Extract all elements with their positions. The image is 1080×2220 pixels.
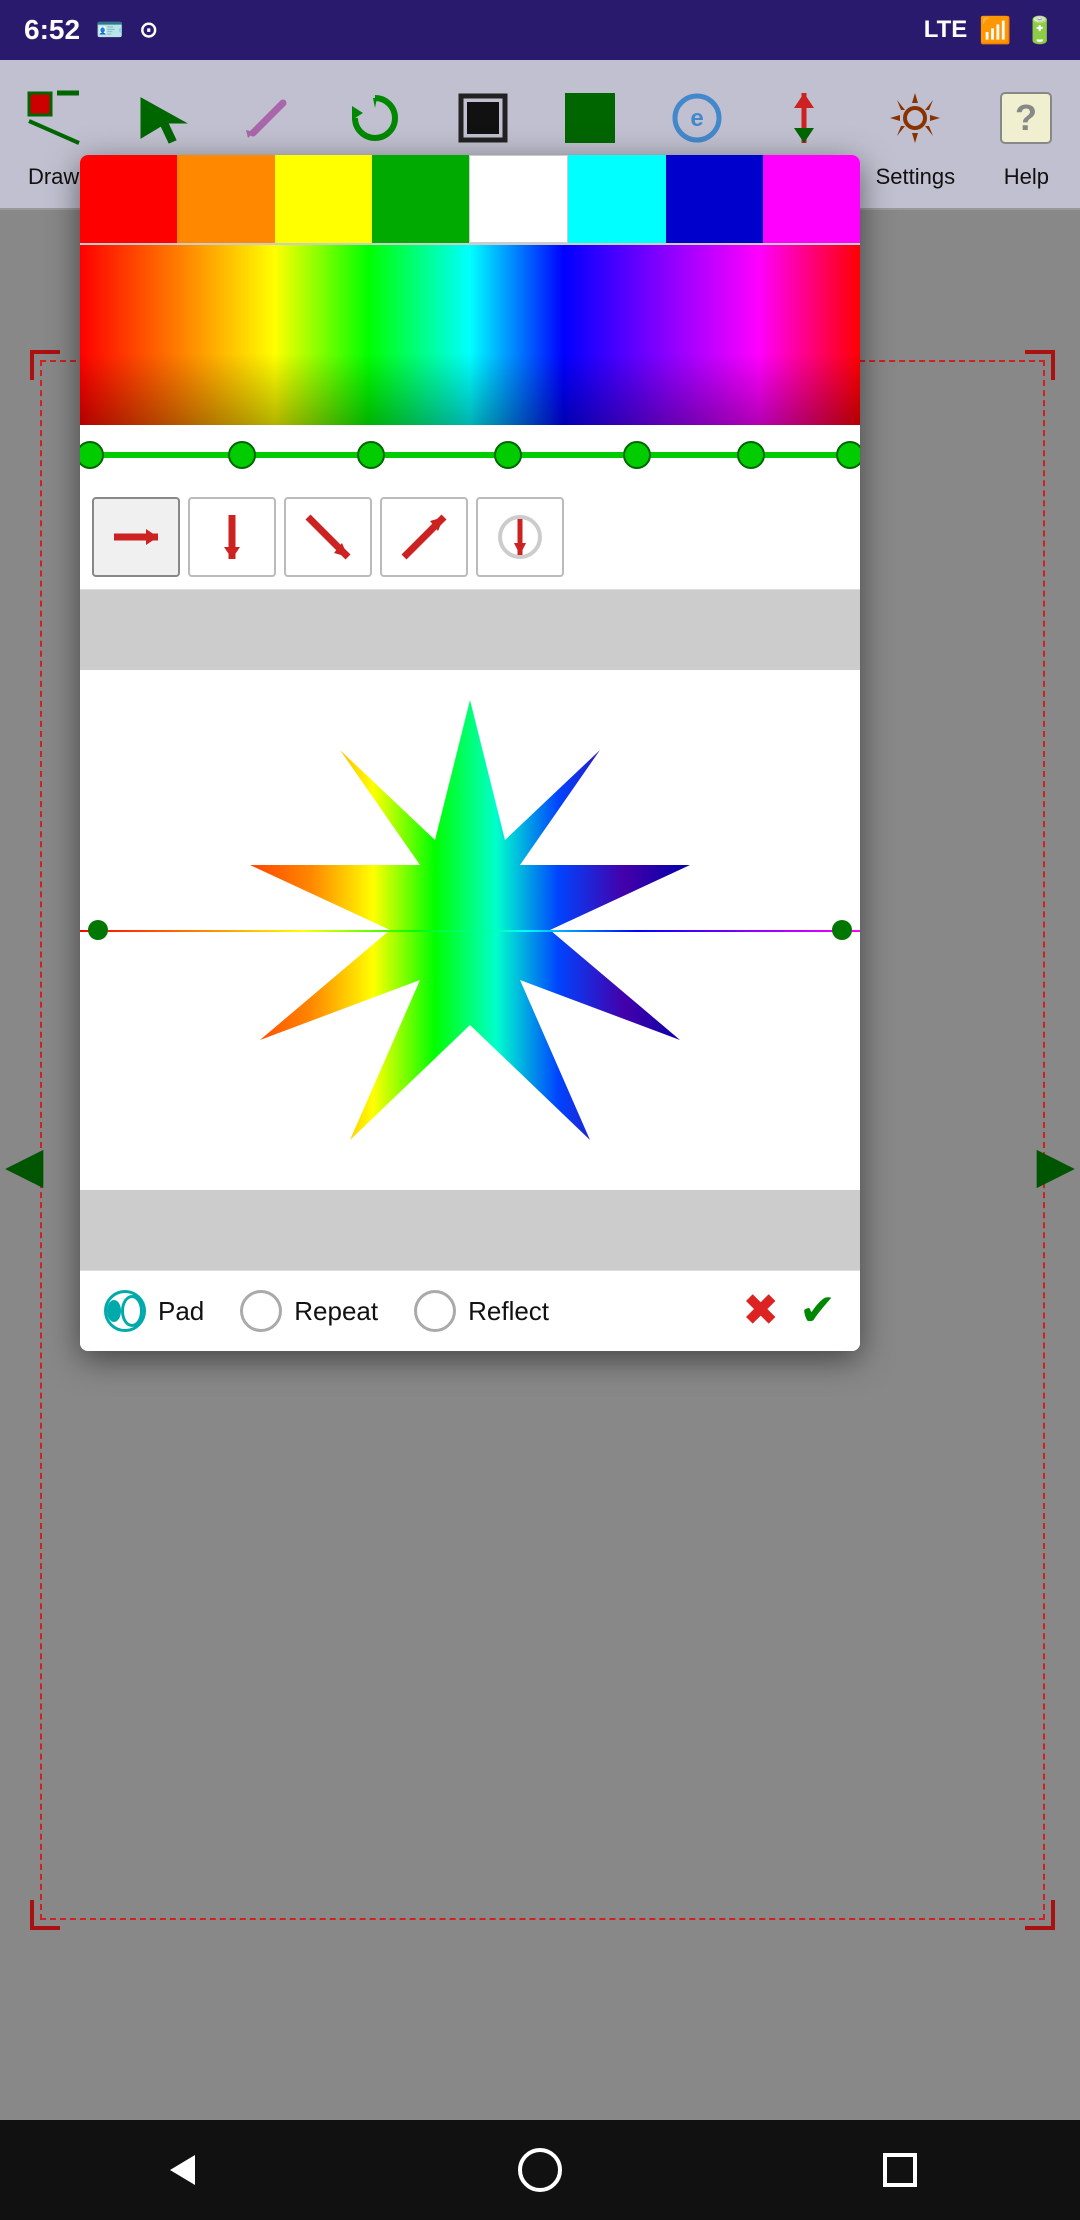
swatch-green[interactable] (372, 155, 469, 243)
svg-text:e: e (690, 105, 703, 132)
confirm-button[interactable]: ✔ (799, 1289, 836, 1333)
stop-3[interactable] (494, 441, 522, 469)
help-icon: ? (990, 78, 1062, 158)
gradient-modal: Pad Repeat Reflect ✖ ✔ (80, 155, 860, 1351)
spectrum-inner (80, 245, 860, 425)
bottom-controls: Pad Repeat Reflect ✖ ✔ (80, 1270, 860, 1351)
radio-reflect[interactable]: Reflect (414, 1290, 549, 1332)
nav-recents-button[interactable] (860, 2130, 940, 2210)
nav-back-button[interactable] (140, 2130, 220, 2210)
effect-icon: e (661, 78, 733, 158)
toolbar-help[interactable]: ? Help (978, 70, 1074, 198)
stop-1[interactable] (228, 441, 256, 469)
radio-pad-circle (104, 1290, 146, 1332)
handle-top-right (1025, 350, 1055, 380)
nav-bar (0, 2120, 1080, 2220)
radio-reflect-circle (414, 1290, 456, 1332)
help-label: Help (1004, 164, 1049, 190)
settings-icon (879, 78, 951, 158)
settings-label: Settings (876, 164, 956, 190)
edit-icon (232, 78, 304, 158)
handle-arrow-left: ◀ (5, 1140, 43, 1190)
status-right: LTE 📶 🔋 (924, 15, 1056, 46)
spread-radio-group: Pad Repeat Reflect (104, 1290, 710, 1332)
stroke-icon (447, 78, 519, 158)
swatch-red[interactable] (80, 155, 177, 243)
battery-icon: 🔋 (1024, 15, 1056, 46)
status-left: 6:52 🪪 ⊙ (24, 14, 158, 46)
preview-white-box (80, 670, 860, 1190)
gradient-dot-right[interactable] (832, 920, 852, 940)
gradient-line (90, 452, 850, 458)
radio-pad-label: Pad (158, 1296, 204, 1327)
swatch-cyan[interactable] (568, 155, 665, 243)
recording-icon: ⊙ (139, 17, 157, 43)
svg-text:?: ? (1015, 97, 1037, 138)
swatch-orange[interactable] (177, 155, 274, 243)
stop-6[interactable] (836, 441, 860, 469)
dir-btn-diagonal-down[interactable] (284, 497, 372, 577)
radio-reflect-label: Reflect (468, 1296, 549, 1327)
status-bar: 6:52 🪪 ⊙ LTE 📶 🔋 (0, 0, 1080, 60)
draw-label: Draw (28, 164, 79, 190)
toolbar-settings[interactable]: Settings (864, 70, 968, 198)
swatch-white[interactable] (469, 155, 568, 243)
gradient-spectrum[interactable] (80, 245, 860, 425)
nav-home-button[interactable] (500, 2130, 580, 2210)
cancel-button[interactable]: ✖ (742, 1289, 779, 1333)
swatch-yellow[interactable] (275, 155, 372, 243)
time-display: 6:52 (24, 14, 80, 46)
handle-bottom-left (30, 1900, 60, 1930)
dir-btn-down[interactable] (188, 497, 276, 577)
stop-5[interactable] (737, 441, 765, 469)
radio-pad-inner (107, 1300, 121, 1322)
preview-area (80, 590, 860, 1270)
handle-top-left (30, 350, 60, 380)
dir-btn-diagonal-up[interactable] (380, 497, 468, 577)
stop-2[interactable] (357, 441, 385, 469)
signal-icon: 📶 (979, 15, 1011, 46)
gradient-preview-line (80, 930, 860, 932)
inout-icon (768, 78, 840, 158)
dir-btn-right[interactable] (92, 497, 180, 577)
swatch-magenta[interactable] (763, 155, 860, 243)
handle-bottom-right (1025, 1900, 1055, 1930)
radio-repeat-label: Repeat (294, 1296, 378, 1327)
direction-buttons (80, 485, 860, 590)
history-icon (339, 78, 411, 158)
color-swatches-row (80, 155, 860, 245)
action-buttons: ✖ ✔ (742, 1289, 836, 1333)
sim-icon: 🪪 (96, 17, 123, 43)
select-icon (125, 78, 197, 158)
stop-0[interactable] (80, 441, 104, 469)
handle-arrow-right: ▶ (1037, 1140, 1075, 1190)
radio-pad[interactable]: Pad (104, 1290, 204, 1332)
draw-icon (18, 78, 90, 158)
stop-4[interactable] (623, 441, 651, 469)
lte-icon: LTE (924, 16, 968, 44)
swatch-blue[interactable] (666, 155, 763, 243)
radio-repeat[interactable]: Repeat (240, 1290, 378, 1332)
radio-repeat-circle (240, 1290, 282, 1332)
dir-btn-radial[interactable] (476, 497, 564, 577)
gradient-dot-left[interactable] (88, 920, 108, 940)
fill-icon (554, 78, 626, 158)
gradient-stops-bar (80, 425, 860, 485)
